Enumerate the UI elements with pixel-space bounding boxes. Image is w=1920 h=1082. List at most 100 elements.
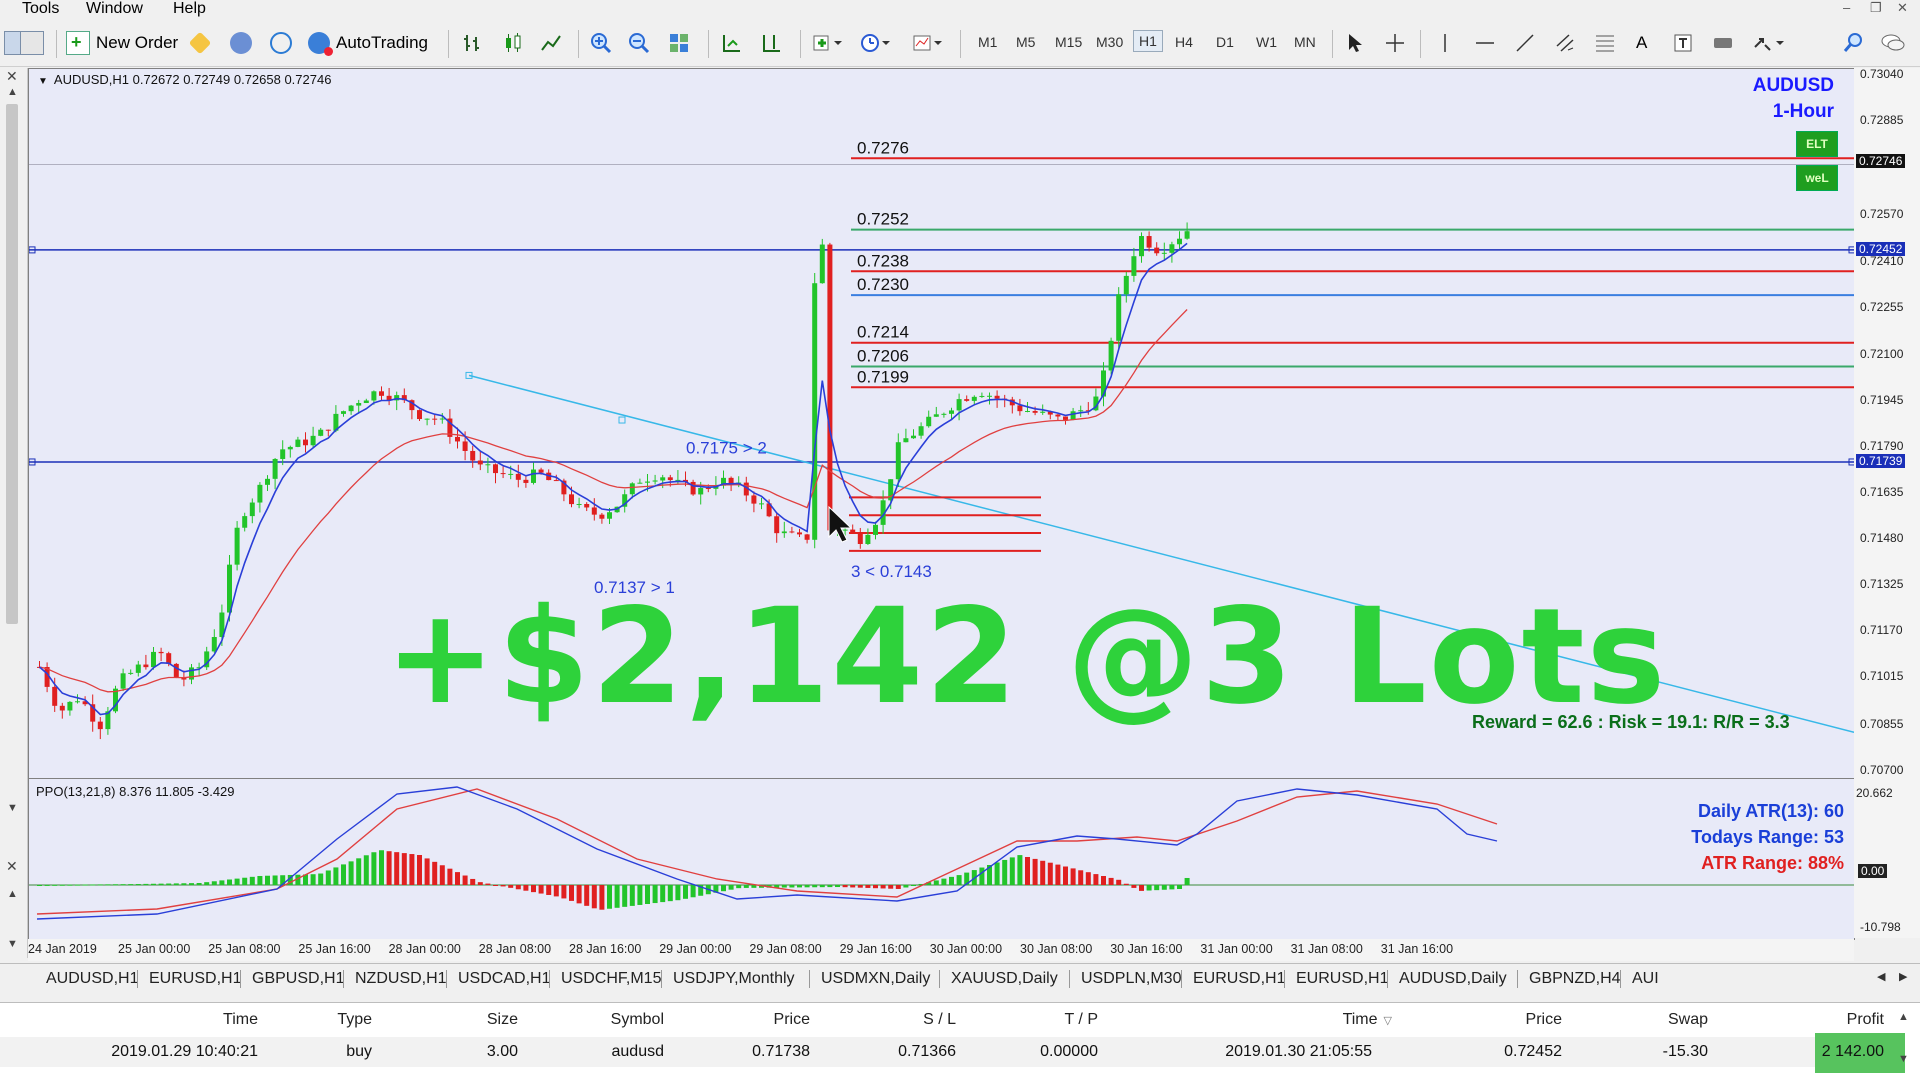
signals-icon[interactable] xyxy=(270,28,298,58)
timeframe-m15[interactable]: M15 xyxy=(1055,34,1082,50)
tab-nzdusd-h1[interactable]: NZDUSD,H1 xyxy=(355,970,447,988)
ppo-bar xyxy=(173,883,179,885)
autoscroll-icon[interactable] xyxy=(720,28,742,58)
price-tick: 0.71480 xyxy=(1860,531,1904,545)
timeframe-w1[interactable]: W1 xyxy=(1256,34,1277,50)
price-tick: 0.72255 xyxy=(1860,300,1904,315)
timeframe-h1[interactable]: H1 xyxy=(1133,30,1163,52)
ppo-bar xyxy=(842,885,848,888)
scroll-up-icon-2[interactable]: ▲ xyxy=(7,888,18,900)
cursor-icon[interactable] xyxy=(1344,28,1366,58)
tab-aui[interactable]: AUI xyxy=(1632,970,1659,988)
market-watch-icon[interactable] xyxy=(230,28,258,58)
tab-gbpnzd-h4[interactable]: GBPNZD,H4 xyxy=(1529,970,1621,988)
templates-icon[interactable] xyxy=(912,28,942,58)
trendline-icon[interactable] xyxy=(1514,28,1536,58)
tab-usdjpy-monthly[interactable]: USDJPY,Monthly xyxy=(673,970,795,988)
trade-history-table: Time Type Size Symbol Price S / L T / P … xyxy=(0,1002,1920,1082)
close-panel-icon-2[interactable]: ✕ xyxy=(6,858,18,875)
indicators-icon[interactable] xyxy=(812,28,842,58)
collapse-icon[interactable]: ▼ xyxy=(38,76,48,87)
table-scroll-down-icon[interactable]: ▼ xyxy=(1898,1053,1909,1065)
tab-usdpln-m30[interactable]: USDPLN,M30 xyxy=(1081,970,1181,988)
tab-eurusd-h1[interactable]: EURUSD,H1 xyxy=(149,970,241,988)
tab-usdchf-m15[interactable]: USDCHF,M15 xyxy=(561,970,661,988)
horizontal-line-icon[interactable] xyxy=(1474,28,1496,58)
arrows-icon[interactable] xyxy=(1752,28,1786,58)
candle-body xyxy=(128,672,134,674)
ppo-bar xyxy=(979,867,985,885)
candlestick-icon[interactable] xyxy=(502,28,524,58)
col-sl[interactable]: S / L xyxy=(923,1011,956,1029)
trend-handle-b[interactable] xyxy=(618,416,626,424)
data-window-icon[interactable] xyxy=(20,28,50,58)
crosshair-icon[interactable] xyxy=(1384,28,1406,58)
tab-scroll-left-icon[interactable]: ◀ xyxy=(1877,970,1885,983)
fibonacci-icon[interactable] xyxy=(1594,28,1616,58)
bar-chart-icon[interactable] xyxy=(462,28,484,58)
search-icon[interactable] xyxy=(1842,28,1864,58)
tab-eurusd-h1[interactable]: EURUSD,H1 xyxy=(1296,970,1388,988)
timeframe-h4[interactable]: H4 xyxy=(1175,34,1193,50)
tab-separator xyxy=(1387,970,1388,988)
tab-audusd-h1[interactable]: AUDUSD,H1 xyxy=(46,970,138,988)
col-type[interactable]: Type xyxy=(337,1011,372,1029)
col-swap[interactable]: Swap xyxy=(1668,1011,1708,1029)
vertical-line-icon[interactable] xyxy=(1434,28,1456,58)
ppo-bar xyxy=(1009,857,1015,885)
tab-scroll-right-icon[interactable]: ▶ xyxy=(1899,970,1907,983)
autotrading-button[interactable]: AutoTrading xyxy=(308,28,428,58)
channel-icon[interactable] xyxy=(1554,28,1576,58)
col-close-price[interactable]: Price xyxy=(1526,1011,1562,1029)
col-profit[interactable]: Profit xyxy=(1847,1011,1884,1029)
ppo-indicator-panel[interactable] xyxy=(28,778,1855,940)
col-size[interactable]: Size xyxy=(487,1011,518,1029)
menu-help[interactable]: Help xyxy=(173,0,206,18)
arrow-label-icon[interactable] xyxy=(1712,28,1734,58)
scroll-up-icon[interactable]: ▲ xyxy=(7,86,18,98)
tab-usdcad-h1[interactable]: USDCAD,H1 xyxy=(458,970,550,988)
tab-audusd-daily[interactable]: AUDUSD,Daily xyxy=(1399,970,1507,988)
text-tool-icon[interactable]: A xyxy=(1636,28,1647,58)
close-icon[interactable]: ✕ xyxy=(1897,0,1908,16)
chart-shift-icon[interactable] xyxy=(760,28,782,58)
timeframe-mn[interactable]: MN xyxy=(1294,34,1316,50)
tab-usdmxn-daily[interactable]: USDMXN,Daily xyxy=(821,970,930,988)
col-time[interactable]: Time xyxy=(223,1011,258,1029)
menu-tools[interactable]: Tools xyxy=(22,0,59,18)
price-axis[interactable]: 0.73040 0.72885 0.72746 0.72570 0.72452 0.724… xyxy=(1854,67,1920,938)
line-chart-icon[interactable] xyxy=(540,28,562,58)
cell-size: 3.00 xyxy=(486,1043,518,1060)
timeframe-d1[interactable]: D1 xyxy=(1216,34,1234,50)
scrollbar-thumb[interactable] xyxy=(6,104,18,624)
time-axis[interactable]: 24 Jan 2019 25 Jan 00:00 25 Jan 08:00 25 Ja… xyxy=(28,939,1854,961)
tab-eurusd-h1[interactable]: EURUSD,H1 xyxy=(1193,970,1285,988)
tab-xauusd-daily[interactable]: XAUUSD,Daily xyxy=(951,970,1058,988)
zoom-out-icon[interactable] xyxy=(628,28,650,58)
chat-icon[interactable] xyxy=(1880,28,1906,58)
candle-body xyxy=(591,507,597,515)
menu-window[interactable]: Window xyxy=(86,0,143,18)
zoom-in-icon[interactable] xyxy=(590,28,612,58)
tile-windows-icon[interactable] xyxy=(668,28,690,58)
timeframe-m30[interactable]: M30 xyxy=(1096,34,1123,50)
price-tick: 0.70855 xyxy=(1860,716,1904,731)
col-symbol[interactable]: Symbol xyxy=(611,1011,664,1029)
timeframe-m1[interactable]: M1 xyxy=(978,34,997,50)
table-scroll-up-icon[interactable]: ▲ xyxy=(1898,1011,1909,1023)
periods-icon[interactable] xyxy=(860,28,890,58)
col-close-time[interactable]: Time ▽ xyxy=(1343,1011,1392,1029)
text-label-icon[interactable] xyxy=(1672,28,1694,58)
close-panel-icon[interactable]: ✕ xyxy=(6,68,18,85)
scroll-down-icon-2[interactable]: ▼ xyxy=(7,938,18,950)
col-price[interactable]: Price xyxy=(774,1011,810,1029)
tab-gbpusd-h1[interactable]: GBPUSD,H1 xyxy=(252,970,344,988)
new-order-button[interactable]: + New Order xyxy=(66,28,178,58)
metaeditor-icon[interactable] xyxy=(188,28,214,58)
timeframe-m5[interactable]: M5 xyxy=(1016,34,1035,50)
col-tp[interactable]: T / P xyxy=(1065,1011,1099,1029)
minimize-icon[interactable]: – xyxy=(1843,0,1850,15)
time-tick: 29 Jan 00:00 xyxy=(659,942,732,956)
scroll-down-icon[interactable]: ▼ xyxy=(7,802,18,814)
restore-icon[interactable]: ❐ xyxy=(1870,0,1882,16)
